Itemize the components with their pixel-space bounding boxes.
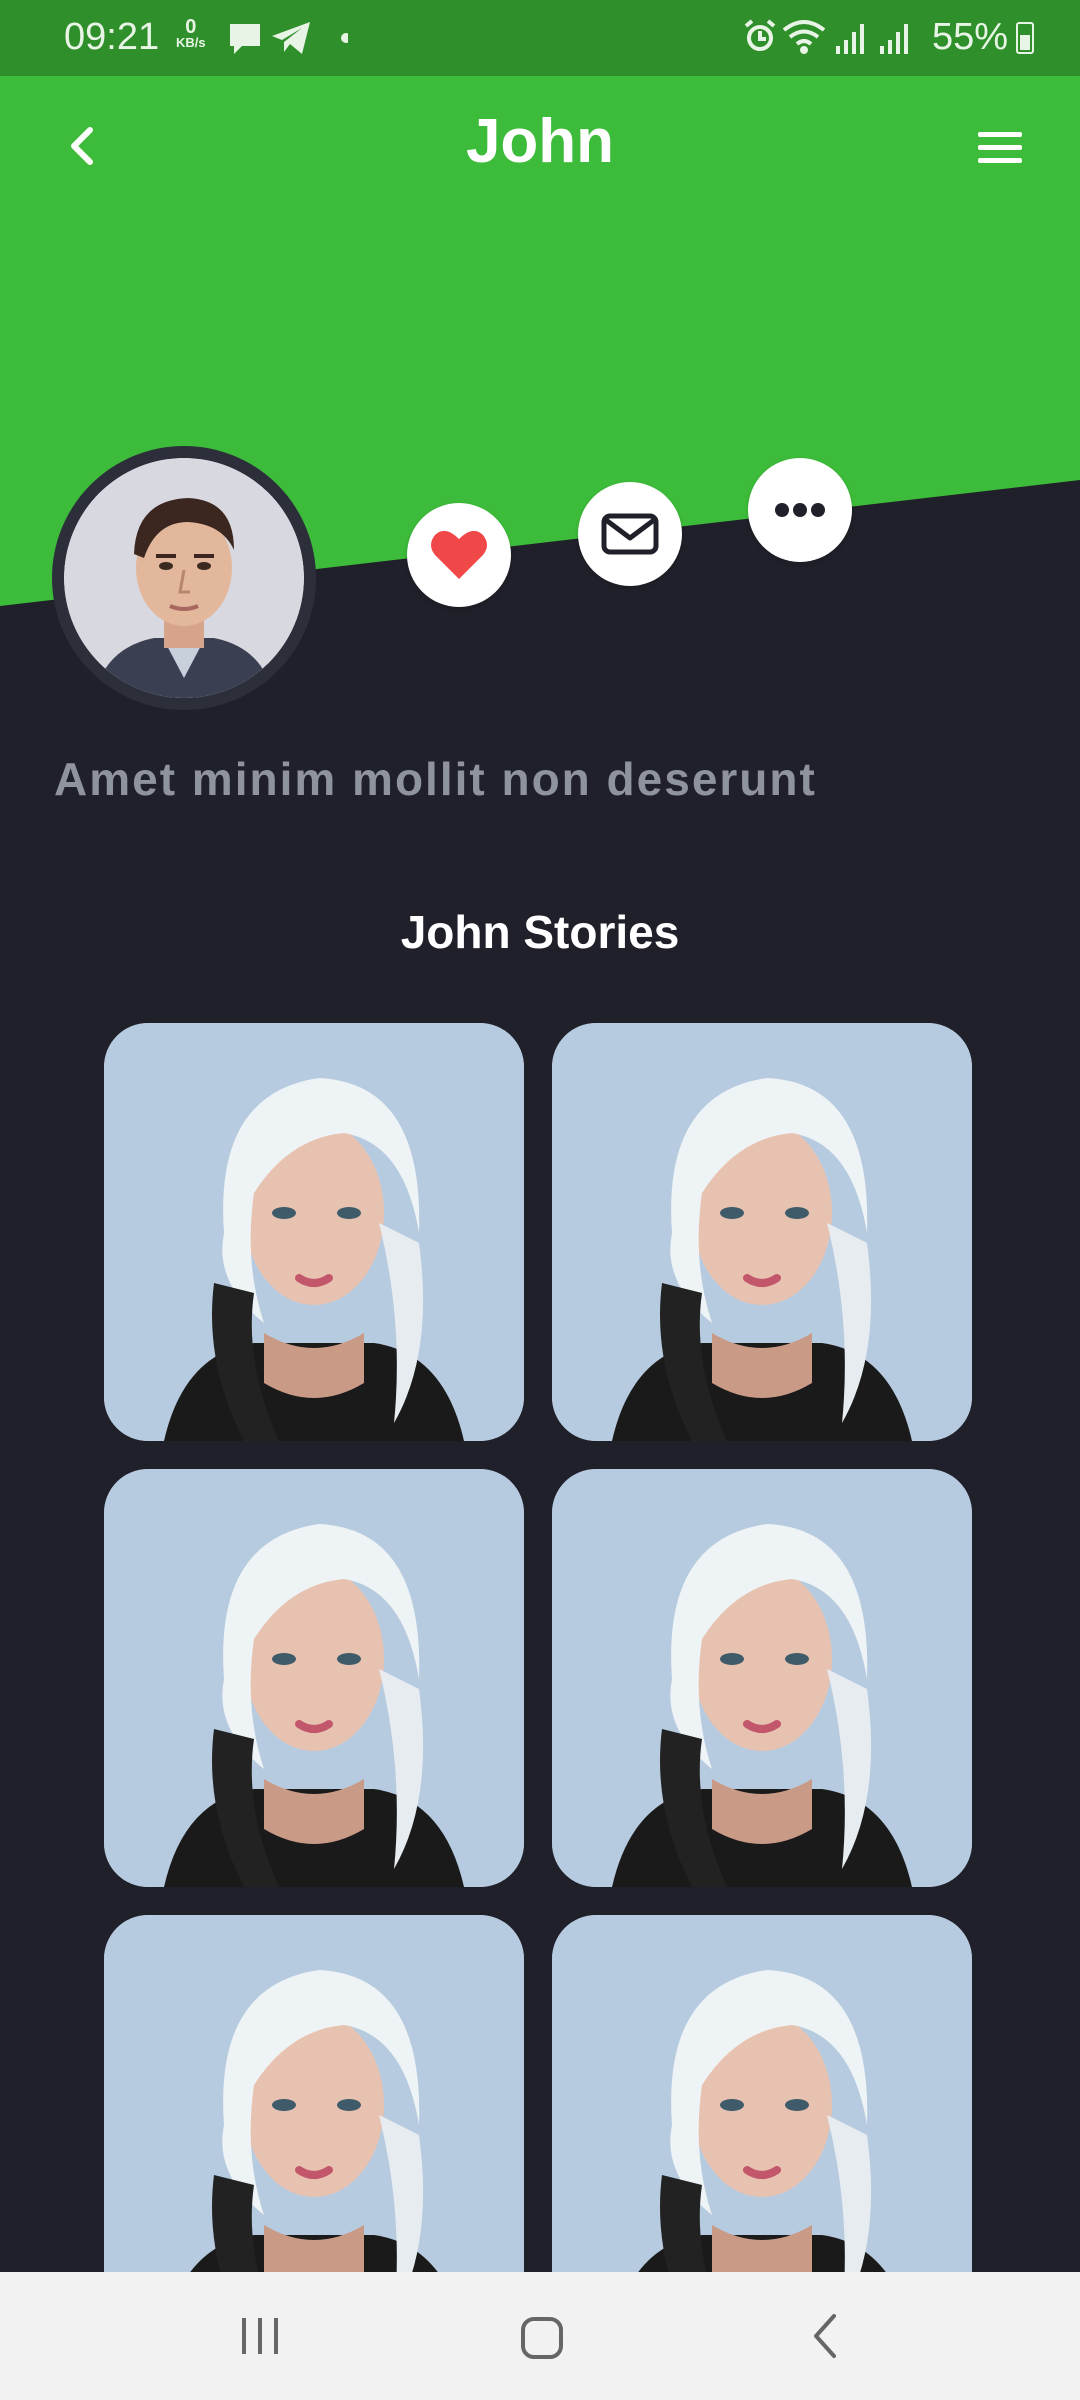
dot-icon [341,33,351,43]
story-image [104,1469,524,1887]
story-thumbnail[interactable] [552,1915,972,2333]
stories-title: John Stories [400,906,680,958]
network-speed-value: 0 [185,16,197,38]
network-speed: 0 KB/s [176,16,206,50]
recent-apps-icon [242,2318,278,2354]
like-button[interactable] [407,503,511,607]
more-options-button[interactable] [748,458,852,562]
home-icon [521,2317,563,2359]
network-speed-unit: KB/s [176,35,206,50]
stories-grid [104,1023,972,2333]
status-bar: 09:21 0 KB/s 55% [0,0,1080,76]
story-thumbnail[interactable] [104,1023,524,1441]
menu-button[interactable] [970,118,1030,178]
top-app-bar: John [0,76,1080,216]
message-icon [230,24,260,54]
heart-icon [431,530,487,579]
story-image [552,1469,972,1887]
system-navigation-bar [0,2272,1080,2400]
battery-icon [1016,22,1034,54]
profile-bio: Amet minim mollit non deserunt [54,753,817,805]
signal-icon-1 [836,24,864,54]
story-image [552,1023,972,1441]
story-image [104,1023,524,1441]
battery-percentage: 55% [931,16,1008,58]
page-title: John [465,107,615,176]
story-thumbnail[interactable] [104,1915,524,2333]
story-thumbnail[interactable] [552,1023,972,1441]
story-thumbnail[interactable] [104,1469,524,1887]
status-left-icons [228,20,351,65]
telegram-icon [272,22,310,54]
story-image [104,1915,524,2333]
more-horizontal-icon [775,503,825,517]
story-thumbnail[interactable] [552,1469,972,1887]
story-image [552,1915,972,2333]
back-chevron-icon [814,2314,836,2358]
profile-avatar[interactable] [52,446,316,710]
system-back-button[interactable] [808,2312,844,2365]
avatar-image [64,458,304,698]
message-button[interactable] [578,482,682,586]
recent-apps-button[interactable] [240,2314,280,2363]
envelope-icon [601,513,659,555]
status-right-icons [740,18,940,63]
hamburger-menu-icon [978,132,1022,163]
wifi-icon [782,20,826,54]
alarm-icon [744,19,776,51]
signal-icon-2 [880,24,908,54]
status-time: 09:21 [64,16,160,58]
home-button[interactable] [520,2316,564,2365]
